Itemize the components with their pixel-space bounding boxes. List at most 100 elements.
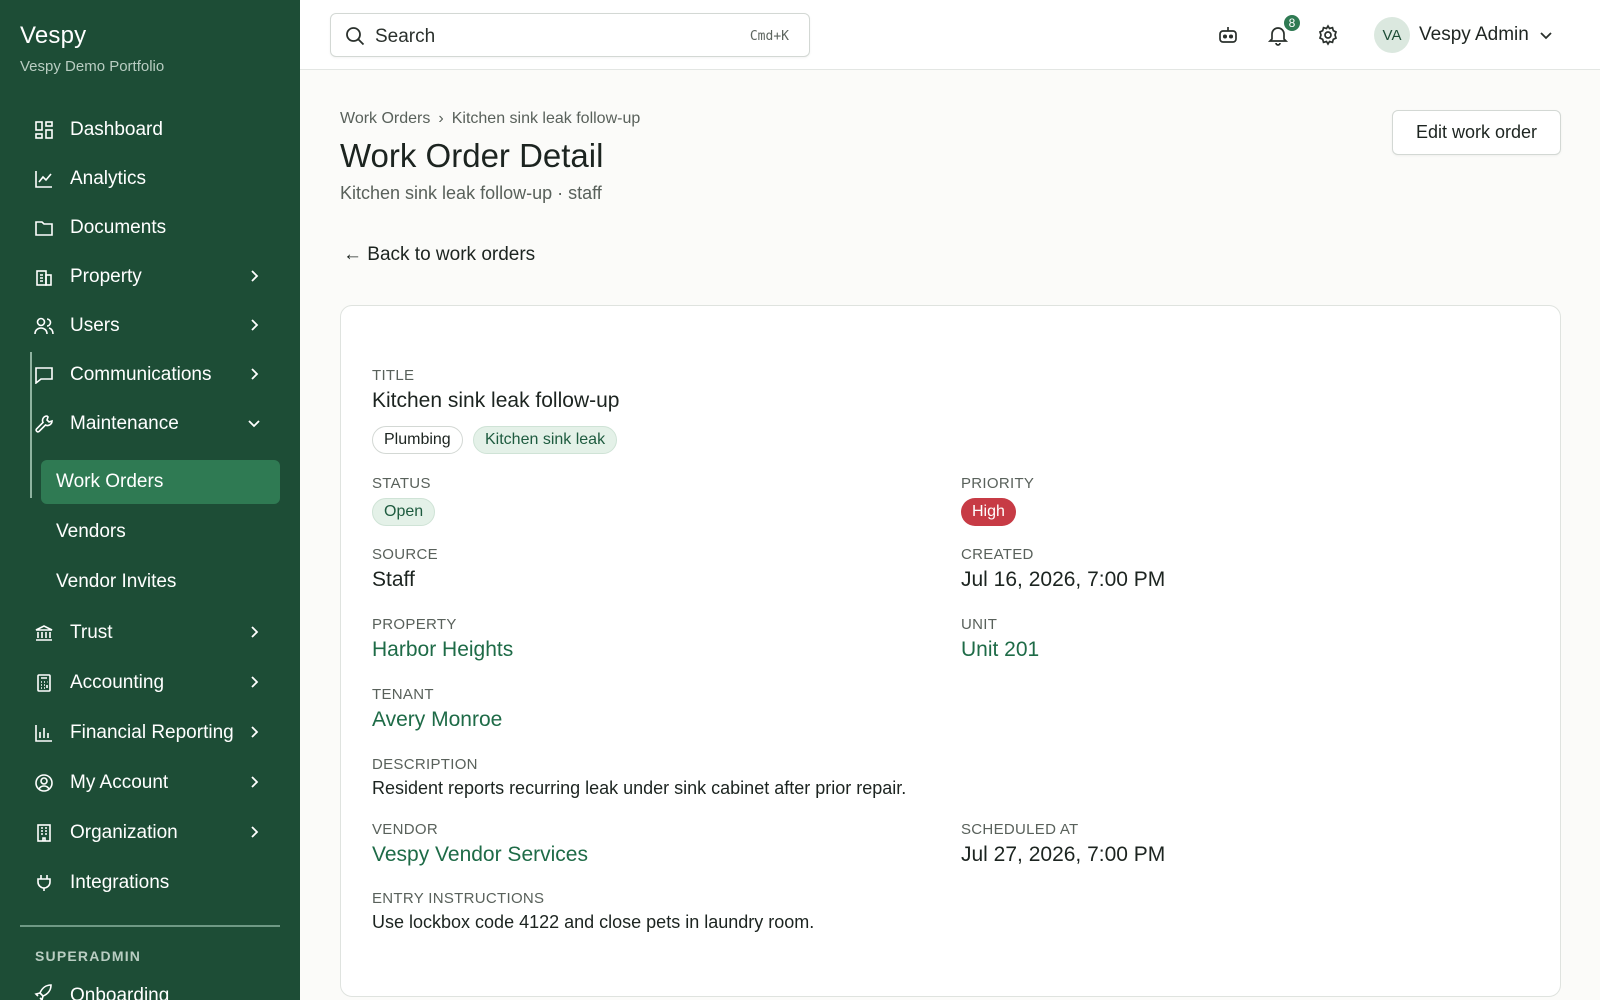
robot-icon[interactable] xyxy=(1217,24,1239,46)
sidebar-item-label: Integrations xyxy=(70,872,170,893)
sidebar-item-label: Accounting xyxy=(70,672,165,693)
work-order-card: TITLE Kitchen sink leak follow-up Plumbi… xyxy=(340,305,1561,997)
chevron-right-icon xyxy=(251,270,259,282)
tag-kitchen-sink-leak: Kitchen sink leak xyxy=(473,426,618,454)
priority-badge: High xyxy=(961,498,1016,526)
created-field: CREATED Jul 16, 2026, 7:00 PM xyxy=(961,546,1165,592)
sidebar-item-users[interactable]: Users xyxy=(20,304,280,348)
wrench-icon xyxy=(34,414,54,434)
field-label: PROPERTY xyxy=(372,616,457,633)
description-field: DESCRIPTION Resident reports recurring l… xyxy=(372,756,906,799)
sidebar-item-work-orders[interactable]: Work Orders xyxy=(41,460,280,504)
back-to-work-orders-link[interactable]: ← Back to work orders xyxy=(343,244,535,266)
submenu-rail xyxy=(30,352,32,498)
field-label: TENANT xyxy=(372,686,434,703)
sidebar-item-maintenance[interactable]: Maintenance xyxy=(20,402,280,446)
search-icon xyxy=(346,27,365,46)
bank-icon xyxy=(34,623,54,643)
entry-instructions-value: Use lockbox code 4122 and close pets in … xyxy=(372,912,815,932)
source-field: SOURCE Staff xyxy=(372,546,438,592)
sidebar-divider xyxy=(20,925,280,927)
plug-icon xyxy=(34,873,54,893)
vendor-link[interactable]: Vespy Vendor Services xyxy=(372,843,588,867)
unit-link[interactable]: Unit 201 xyxy=(961,638,1039,662)
message-icon xyxy=(34,365,54,385)
chevron-right-icon xyxy=(251,368,259,380)
sidebar-item-integrations[interactable]: Integrations xyxy=(20,861,280,905)
page-title: Work Order Detail xyxy=(340,137,604,174)
calculator-icon xyxy=(34,673,54,693)
rocket-icon xyxy=(34,984,54,1000)
user-menu-name[interactable]: Vespy Admin xyxy=(1419,24,1529,46)
sidebar-item-onboarding[interactable]: Onboarding xyxy=(20,982,280,1000)
sidebar-item-label: Users xyxy=(70,315,120,336)
chart-line-icon xyxy=(34,169,54,189)
sidebar-item-my-account[interactable]: My Account xyxy=(20,761,280,805)
notification-badge: 8 xyxy=(1282,13,1302,33)
sidebar-item-dashboard[interactable]: Dashboard xyxy=(20,108,280,152)
title-value: Kitchen sink leak follow-up xyxy=(372,389,620,412)
sidebar-item-label: My Account xyxy=(70,772,169,793)
sidebar-item-property[interactable]: Property xyxy=(20,255,280,299)
section-heading: SUPERADMIN xyxy=(35,948,142,964)
sidebar-item-label: Communications xyxy=(70,364,212,385)
property-field: PROPERTY Harbor Heights xyxy=(372,616,513,662)
chevron-down-icon[interactable] xyxy=(1538,27,1554,43)
user-circle-icon xyxy=(34,773,54,793)
sidebar-item-label: Onboarding xyxy=(70,985,170,1000)
unit-field: UNIT Unit 201 xyxy=(961,616,1039,662)
field-label: SCHEDULED AT xyxy=(961,821,1079,838)
sidebar-item-communications[interactable]: Communications xyxy=(20,353,280,397)
sidebar-item-accounting[interactable]: Accounting xyxy=(20,661,280,705)
sidebar-item-label: Documents xyxy=(70,217,167,238)
field-label: SOURCE xyxy=(372,546,438,563)
breadcrumb-work-orders[interactable]: Work Orders xyxy=(340,110,430,128)
vendor-field: VENDOR Vespy Vendor Services xyxy=(372,821,588,867)
sidebar-item-trust[interactable]: Trust xyxy=(20,611,280,655)
scheduled-value: Jul 27, 2026, 7:00 PM xyxy=(961,843,1166,866)
sidebar-item-vendor-invites[interactable]: Vendor Invites xyxy=(41,560,280,604)
sidebar-item-vendors[interactable]: Vendors xyxy=(41,510,280,554)
field-label: TITLE xyxy=(372,367,415,384)
tenant-link[interactable]: Avery Monroe xyxy=(372,708,502,732)
folder-icon xyxy=(34,218,54,238)
sidebar-item-label: Financial Reporting xyxy=(70,722,234,743)
status-badge: Open xyxy=(372,498,436,526)
tenant-field: TENANT Avery Monroe xyxy=(372,686,502,732)
priority-field: PRIORITY xyxy=(961,475,1034,492)
created-value: Jul 16, 2026, 7:00 PM xyxy=(961,568,1166,591)
sidebar-item-label: Dashboard xyxy=(70,119,163,140)
field-label: UNIT xyxy=(961,616,998,633)
field-label: ENTRY INSTRUCTIONS xyxy=(372,890,545,907)
sidebar-item-analytics[interactable]: Analytics xyxy=(20,157,280,201)
edit-work-order-button[interactable]: Edit work order xyxy=(1392,110,1561,155)
title-field: TITLE Kitchen sink leak follow-up xyxy=(372,367,619,413)
field-label: PRIORITY xyxy=(961,475,1035,492)
brand-name[interactable]: Vespy xyxy=(20,22,164,50)
chevron-down-icon xyxy=(248,420,260,428)
search-placeholder: Search xyxy=(375,26,436,47)
brand: Vespy Vespy Demo Portfolio xyxy=(20,22,164,75)
sidebar-item-label: Property xyxy=(70,266,142,287)
sidebar-item-organization[interactable]: Organization xyxy=(20,811,280,855)
breadcrumb-current: Kitchen sink leak follow-up xyxy=(451,110,641,127)
search-input[interactable]: Search Cmd+K xyxy=(330,13,810,57)
chevron-right-icon xyxy=(251,676,259,688)
dashboard-icon xyxy=(34,120,54,140)
description-value: Resident reports recurring leak under si… xyxy=(372,778,907,798)
property-link[interactable]: Harbor Heights xyxy=(372,638,513,662)
building-icon xyxy=(34,267,54,287)
chevron-right-icon xyxy=(251,319,259,331)
users-icon xyxy=(34,316,54,336)
source-value: Staff xyxy=(372,568,415,591)
breadcrumb: Work Orders › Kitchen sink leak follow-u… xyxy=(340,110,640,128)
chevron-right-icon xyxy=(251,826,259,838)
bar-chart-icon xyxy=(34,723,54,743)
avatar[interactable]: VA xyxy=(1374,17,1410,53)
chevron-right-icon xyxy=(251,626,259,638)
sidebar-item-label: Trust xyxy=(70,622,113,643)
gear-icon[interactable] xyxy=(1317,24,1339,46)
sidebar-item-documents[interactable]: Documents xyxy=(20,206,280,250)
sidebar-item-financial-reporting[interactable]: Financial Reporting xyxy=(20,711,280,755)
chevron-right-icon xyxy=(251,726,259,738)
